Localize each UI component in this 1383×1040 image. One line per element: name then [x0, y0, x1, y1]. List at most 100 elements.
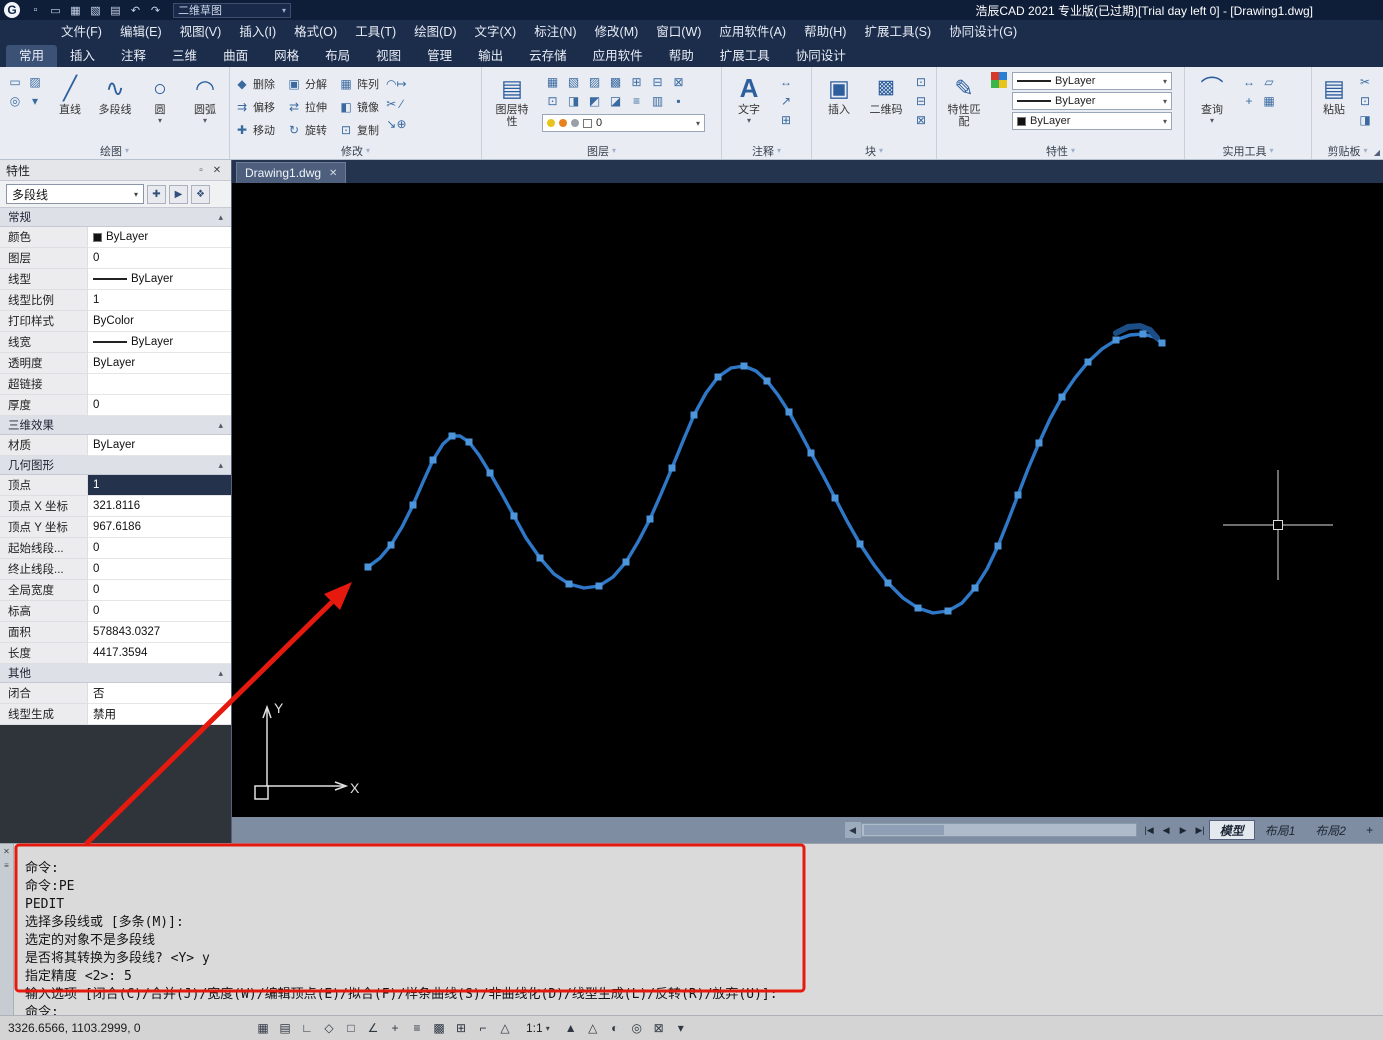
layer-lock-icon[interactable]: ▩ [605, 72, 626, 91]
fillet-icon[interactable]: ◠ [386, 74, 396, 94]
copy-clip-icon[interactable]: ⊡ [1355, 91, 1375, 110]
panel-label-modify[interactable]: 修改 ▾ [230, 142, 481, 159]
dynamic-input-icon[interactable]: + [384, 1018, 406, 1038]
id-point-icon[interactable]: + [1239, 91, 1259, 110]
layer-freeze-icon[interactable]: ▨ [584, 72, 605, 91]
paste-tool[interactable]: ▤ 粘贴 [1315, 72, 1353, 116]
ribbon-tab[interactable]: 布局 [312, 45, 363, 67]
property-row[interactable]: 线型比例 1 [0, 290, 231, 311]
scale-icon[interactable]: ↘ [386, 114, 396, 134]
layout-tab[interactable]: 布局2 [1305, 820, 1356, 840]
section-header-geometry[interactable]: 几何图形 ▴ [0, 456, 231, 475]
cut-icon[interactable]: ✂ [1355, 72, 1375, 91]
rectangle-icon[interactable]: ▭ [5, 72, 25, 91]
plot-icon[interactable]: ▤ [106, 2, 125, 19]
extend-icon[interactable]: ↦ [396, 74, 406, 94]
menu-item[interactable]: 应用软件(A) [710, 20, 795, 44]
grip-points[interactable] [364, 330, 1166, 615]
3d-osnap-icon[interactable]: △ [494, 1018, 516, 1038]
distance-icon[interactable]: ↔ [1239, 72, 1259, 91]
command-prompt[interactable]: 命令: [25, 860, 1383, 878]
close-icon[interactable]: ✕ [329, 168, 337, 179]
trim-icon[interactable]: ✂ [386, 94, 396, 114]
menu-item[interactable]: 格式(O) [285, 20, 346, 44]
layout-nav-button[interactable]: ▶ [1175, 821, 1192, 839]
select-objects-icon[interactable]: ▶ [169, 184, 188, 204]
ribbon-tab[interactable]: 网格 [261, 45, 312, 67]
menu-item[interactable]: 插入(I) [230, 20, 285, 44]
property-row[interactable]: 起始线段... 0 [0, 538, 231, 559]
ribbon-tab[interactable]: 视图 [363, 45, 414, 67]
leader-icon[interactable]: ↗ [776, 91, 796, 110]
panel-label-clipboard[interactable]: 剪贴板 ▾ [1312, 142, 1383, 159]
ribbon-tab[interactable]: 云存储 [516, 45, 580, 67]
workspace-selector[interactable]: 二维草图 ▾ [173, 2, 291, 18]
property-row[interactable]: 透明度 ByLayer [0, 353, 231, 374]
insert-block-tool[interactable]: ▣ 插入 [817, 72, 861, 116]
layer-properties-tool[interactable]: ▤ 图层特性 [487, 72, 537, 128]
layer-previous-icon[interactable]: ⊡ [542, 91, 563, 110]
layout-tab[interactable]: 布局1 [1255, 820, 1306, 840]
otrack-toggle-icon[interactable]: ∠ [362, 1018, 384, 1038]
scroll-left-icon[interactable]: ◀ [844, 822, 861, 838]
property-row[interactable]: 材质 ByLayer [0, 435, 231, 456]
osnap-toggle-icon[interactable]: □ [340, 1018, 362, 1038]
property-row[interactable]: 图层 0 [0, 248, 231, 269]
panel-label-block[interactable]: 块 ▾ [812, 142, 936, 159]
layer-on-icon[interactable]: ▦ [542, 72, 563, 91]
lineweight-toggle-icon[interactable]: ≡ [406, 1018, 428, 1038]
property-row[interactable]: 顶点 1 [0, 475, 231, 496]
explode-tool[interactable]: ▣ 分解 [287, 74, 327, 94]
customize-statusbar-icon[interactable]: ▾ [670, 1018, 692, 1038]
ellipse-icon[interactable]: ◎ [5, 91, 25, 110]
annotation-scale-control[interactable]: 1:1 ▾ [526, 1021, 550, 1035]
clean-screen-icon[interactable]: ⊠ [648, 1018, 670, 1038]
stretch-tool[interactable]: ⇄ 拉伸 [287, 97, 327, 117]
layout-tab[interactable]: + [1356, 820, 1383, 840]
hatch-icon[interactable]: ▨ [25, 72, 45, 91]
open-file-icon[interactable]: ▭ [46, 2, 65, 19]
polyline-tool[interactable]: ∿ 多段线 [95, 72, 135, 116]
property-row[interactable]: 厚度 0 [0, 395, 231, 416]
property-row[interactable]: 顶点 X 坐标 321.8116 [0, 496, 231, 517]
layer-off-icon[interactable]: ▧ [563, 72, 584, 91]
ribbon-tab[interactable]: 常用 [6, 45, 58, 67]
layer-merge-icon[interactable]: ◩ [584, 91, 605, 110]
panel-label-layers[interactable]: 图层 ▾ [482, 142, 721, 159]
ribbon-tab[interactable]: 注释 [108, 45, 159, 67]
ribbon-tab[interactable]: 插入 [57, 45, 108, 67]
array-tool[interactable]: ▦ 阵列 [339, 74, 379, 94]
save-icon[interactable]: ▦ [66, 2, 85, 19]
menu-item[interactable]: 文字(X) [466, 20, 526, 44]
close-icon[interactable]: ✕ [3, 847, 10, 856]
redo-icon[interactable]: ↷ [146, 2, 165, 19]
scrollbar-track[interactable] [860, 823, 1137, 837]
panel-label-annotate[interactable]: 注释 ▾ [722, 142, 811, 159]
ribbon-tab[interactable]: 管理 [414, 45, 465, 67]
layout-nav-button[interactable]: ▶| [1192, 821, 1209, 839]
property-row[interactable]: 超链接 [0, 374, 231, 395]
section-header-general[interactable]: 常规 ▴ [0, 208, 231, 227]
menu-item[interactable]: 视图(V) [171, 20, 231, 44]
property-row[interactable]: 顶点 Y 坐标 967.6186 [0, 517, 231, 538]
layer-select[interactable]: 0 ▾ [542, 114, 705, 132]
move-tool[interactable]: ✚ 移动 [235, 120, 275, 140]
new-file-icon[interactable]: ▫ [26, 2, 45, 19]
ribbon-tab[interactable]: 输出 [465, 45, 516, 67]
ribbon-tab[interactable]: 曲面 [210, 45, 261, 67]
copy-tool[interactable]: ⊡ 复制 [339, 120, 379, 140]
menu-item[interactable]: 工具(T) [346, 20, 405, 44]
grid-toggle-icon[interactable]: ▦ [252, 1018, 274, 1038]
ribbon-tab[interactable]: 帮助 [656, 45, 707, 67]
layer-unisolate-icon[interactable]: ⊟ [647, 72, 668, 91]
menu-item[interactable]: 窗口(W) [647, 20, 710, 44]
menu-item[interactable]: 文件(F) [52, 20, 111, 44]
layout-nav-button[interactable]: ◀ [1158, 821, 1175, 839]
property-row[interactable]: 标高 0 [0, 601, 231, 622]
object-type-select[interactable]: 多段线 ▾ [6, 184, 144, 204]
layer-thaw-all-icon[interactable]: ▪ [668, 91, 689, 110]
menu-item[interactable]: 修改(M) [586, 20, 648, 44]
ribbon-tab[interactable]: 三维 [159, 45, 210, 67]
menu-item[interactable]: 编辑(E) [111, 20, 171, 44]
property-row[interactable]: 线型 ByLayer [0, 269, 231, 290]
